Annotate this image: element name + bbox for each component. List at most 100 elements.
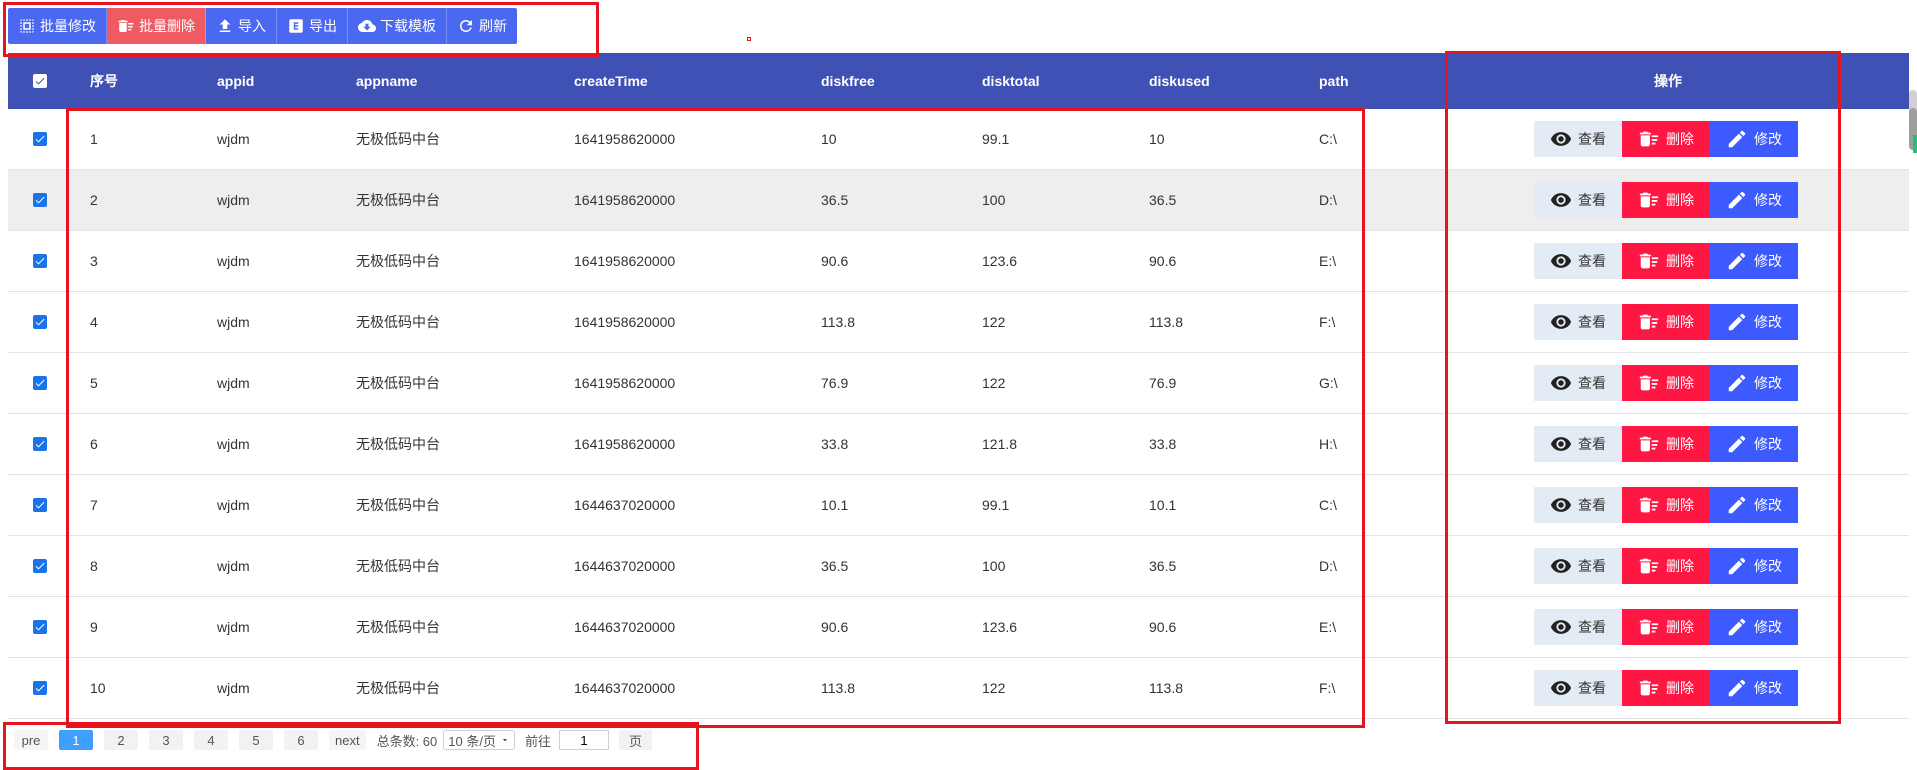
cell-disktotal: 123.6 (982, 253, 1018, 269)
refresh-button[interactable]: 刷新 (447, 8, 517, 44)
delete-button[interactable]: 删除 (1622, 609, 1710, 645)
goto-page-input[interactable] (558, 730, 609, 750)
edit-button[interactable]: 修改 (1710, 365, 1798, 401)
view-label: 查看 (1578, 619, 1606, 635)
check-icon (35, 440, 45, 448)
edit-button[interactable]: 修改 (1710, 670, 1798, 706)
view-button[interactable]: 查看 (1534, 243, 1622, 279)
row-checkbox[interactable] (33, 231, 47, 291)
view-button[interactable]: 查看 (1534, 609, 1622, 645)
page-button[interactable]: 2 (104, 730, 138, 750)
prev-page-button[interactable]: pre (14, 730, 48, 750)
cell-index: 1 (90, 131, 98, 147)
page-button[interactable]: 1 (59, 730, 93, 750)
page-button[interactable]: 5 (239, 730, 273, 750)
view-label: 查看 (1578, 680, 1606, 696)
check-icon (35, 135, 45, 143)
delete-button[interactable]: 删除 (1622, 182, 1710, 218)
edit-button[interactable]: 修改 (1710, 487, 1798, 523)
cell-disktotal: 99.1 (982, 497, 1010, 513)
eye-icon (1550, 498, 1572, 512)
view-button[interactable]: 查看 (1534, 548, 1622, 584)
view-button[interactable]: 查看 (1534, 121, 1622, 157)
delete-sweep-icon (1639, 314, 1659, 330)
edit-label: 修改 (1754, 253, 1782, 269)
delete-button[interactable]: 删除 (1622, 304, 1710, 340)
delete-button[interactable]: 删除 (1622, 670, 1710, 706)
toolbar: 批量修改 批量删除 导入 导出 下载模板 刷新 (8, 8, 517, 44)
delete-button[interactable]: 删除 (1622, 243, 1710, 279)
cell-diskused: 113.8 (1149, 680, 1183, 696)
edit-label: 修改 (1754, 680, 1782, 696)
delete-button[interactable]: 删除 (1622, 121, 1710, 157)
edit-button[interactable]: 修改 (1710, 548, 1798, 584)
page-button[interactable]: 4 (194, 730, 228, 750)
cell-index: 2 (90, 192, 98, 208)
row-checkbox[interactable] (33, 536, 47, 596)
batch-edit-button[interactable]: 批量修改 (8, 8, 107, 44)
view-button[interactable]: 查看 (1534, 182, 1622, 218)
row-checkbox[interactable] (33, 109, 47, 169)
view-button[interactable]: 查看 (1534, 365, 1622, 401)
edit-button[interactable]: 修改 (1710, 121, 1798, 157)
pencil-icon (1728, 557, 1746, 575)
row-checkbox[interactable] (33, 170, 47, 230)
pencil-icon (1728, 435, 1746, 453)
delete-label: 删除 (1666, 619, 1694, 635)
cell-diskused: 10.1 (1149, 497, 1177, 513)
page-button[interactable]: 6 (284, 730, 318, 750)
row-checkbox[interactable] (33, 475, 47, 535)
edit-button[interactable]: 修改 (1710, 304, 1798, 340)
export-icon (289, 19, 303, 33)
cell-path: F:\ (1319, 314, 1336, 330)
row-checkbox[interactable] (33, 414, 47, 474)
download-template-button[interactable]: 下载模板 (348, 8, 447, 44)
cell-path: E:\ (1319, 253, 1337, 269)
row-checkbox[interactable] (33, 292, 47, 352)
page-button[interactable]: 3 (149, 730, 183, 750)
cell-appname: 无极低码中台 (356, 558, 440, 574)
cell-index: 9 (90, 619, 98, 635)
delete-button[interactable]: 删除 (1622, 365, 1710, 401)
next-page-button[interactable]: next (329, 730, 366, 750)
cell-disktotal: 100 (982, 192, 1006, 208)
view-label: 查看 (1578, 192, 1606, 208)
export-button[interactable]: 导出 (277, 8, 348, 44)
delete-label: 删除 (1666, 680, 1694, 696)
edit-button[interactable]: 修改 (1710, 182, 1798, 218)
edit-button[interactable]: 修改 (1710, 426, 1798, 462)
data-table: 序号 appid appname createTime diskfree dis… (8, 53, 1909, 719)
cell-index: 6 (90, 436, 98, 452)
pencil-icon (1728, 130, 1746, 148)
cell-diskfree: 113.8 (821, 680, 855, 696)
header-index: 序号 (90, 73, 118, 89)
edit-button[interactable]: 修改 (1710, 609, 1798, 645)
cell-createtime: 1644637020000 (574, 558, 676, 574)
row-actions: 查看 删除 修改 (1534, 292, 1798, 352)
check-icon (35, 257, 45, 265)
batch-delete-button[interactable]: 批量删除 (107, 8, 206, 44)
row-checkbox[interactable] (33, 597, 47, 657)
cell-appname: 无极低码中台 (356, 436, 440, 452)
page-size-select[interactable]: 10 条/页 (443, 730, 515, 750)
select-all-checkbox[interactable] (33, 53, 47, 109)
row-actions: 查看 删除 修改 (1534, 597, 1798, 657)
pagination: pre 123456 next 总条数: 60 10 条/页 前往 页 (14, 729, 652, 751)
cell-diskused: 76.9 (1149, 375, 1177, 391)
upload-icon (219, 19, 231, 32)
view-button[interactable]: 查看 (1534, 304, 1622, 340)
delete-button[interactable]: 删除 (1622, 426, 1710, 462)
cell-diskused: 113.8 (1149, 314, 1183, 330)
view-button[interactable]: 查看 (1534, 487, 1622, 523)
edit-button[interactable]: 修改 (1710, 243, 1798, 279)
delete-button[interactable]: 删除 (1622, 548, 1710, 584)
view-button[interactable]: 查看 (1534, 426, 1622, 462)
row-checkbox[interactable] (33, 658, 47, 718)
import-button[interactable]: 导入 (206, 8, 277, 44)
row-checkbox[interactable] (33, 353, 47, 413)
download-template-label: 下载模板 (380, 18, 436, 34)
view-button[interactable]: 查看 (1534, 670, 1622, 706)
cell-diskfree: 10 (821, 131, 837, 147)
page-list: 123456 (59, 730, 329, 750)
delete-button[interactable]: 删除 (1622, 487, 1710, 523)
